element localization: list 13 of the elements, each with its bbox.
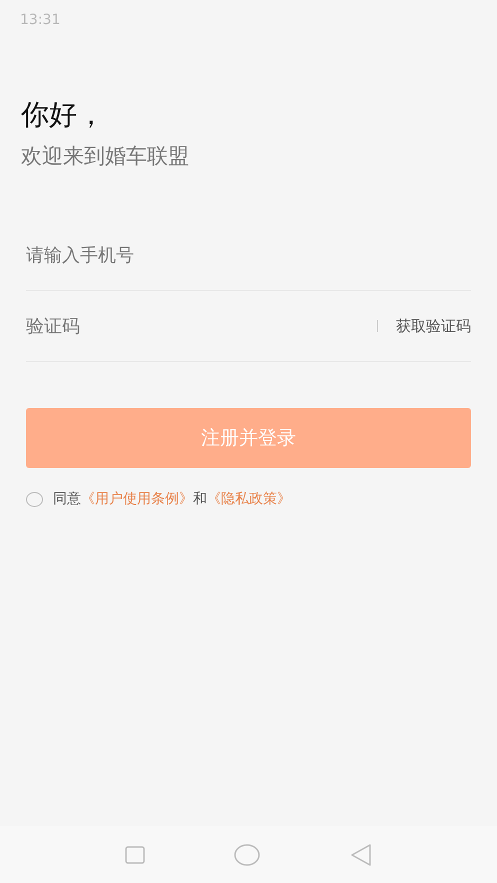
get-code-button[interactable]: 获取验证码: [396, 316, 471, 336]
home-icon[interactable]: [234, 844, 260, 866]
recent-apps-icon[interactable]: [124, 846, 145, 864]
code-input-field[interactable]: 验证码: [26, 316, 377, 336]
terms-link[interactable]: 《用户使用条例》: [81, 491, 193, 507]
greeting-title: 你好，: [21, 97, 106, 133]
status-time: 13:31: [20, 12, 60, 28]
back-icon[interactable]: [350, 844, 372, 866]
greeting-subtitle: 欢迎来到婚车联盟: [21, 143, 190, 170]
agreement-checkbox[interactable]: [26, 492, 43, 506]
privacy-link[interactable]: 《隐私政策》: [207, 491, 291, 507]
phone-input-field[interactable]: 请输入手机号: [26, 244, 471, 266]
agreement-text: 同意《用户使用条例》和《隐私政策》: [53, 490, 291, 508]
